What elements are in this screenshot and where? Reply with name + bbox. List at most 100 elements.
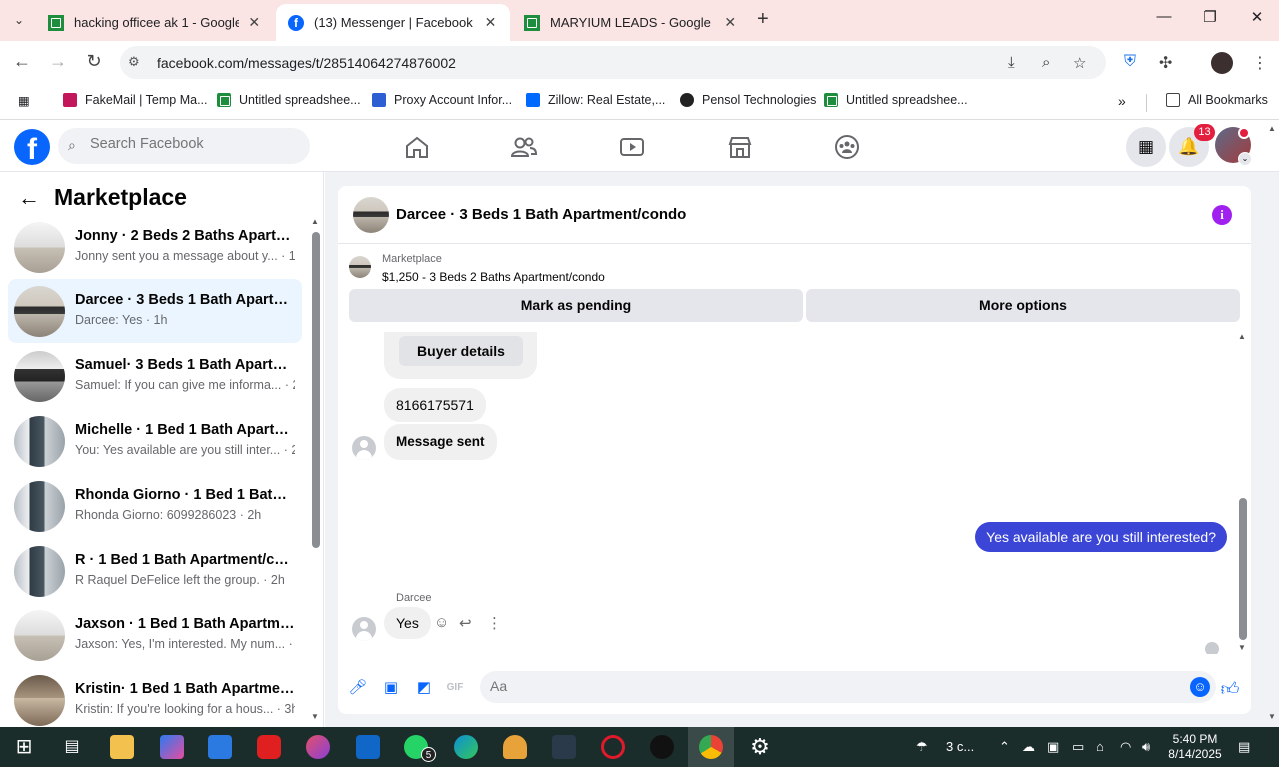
volume-icon[interactable]: 🔊︎ [1142,739,1150,755]
address-bar[interactable]: ⚙ facebook.com/messages/t/28514064274876… [120,46,1106,79]
listing-title[interactable]: $1,250 - 3 Beds 2 Baths Apartment/condo [382,270,605,284]
list-item[interactable]: R · 1 Bed 1 Bath Apartment/condo R Raque… [8,539,302,603]
tiktok-icon[interactable] [650,735,674,759]
scroll-down-arrow-icon[interactable]: ▼ [1238,643,1246,652]
opera-icon[interactable] [601,735,625,759]
video-icon[interactable] [612,131,652,163]
react-smiley-icon[interactable]: ☺ [434,614,449,631]
bookmark-pensol[interactable]: Pensol Technologies [680,93,816,107]
tab-hacking-officee[interactable]: hacking officee ak 1 - Google S ✕ [36,4,274,41]
reply-arrow-icon[interactable]: ↩ [459,614,472,632]
scroll-up-arrow-icon[interactable]: ▲ [1238,332,1246,341]
weather-icon[interactable]: ☂ [916,739,928,755]
close-icon[interactable]: ✕ [723,14,738,31]
scrollbar-thumb[interactable] [312,232,320,548]
mark-as-pending-button[interactable]: Mark as pending [349,289,803,322]
cloud-icon[interactable]: ☁ [1022,739,1035,755]
scroll-up-arrow-icon[interactable]: ▲ [311,217,319,226]
minimize-icon[interactable]: — [1149,8,1179,25]
windows-start-icon[interactable]: ⊞ [12,735,36,759]
close-icon[interactable]: ✕ [247,14,262,31]
bookmark-star-icon[interactable]: ☆ [1073,54,1086,72]
list-item[interactable]: Jonny · 2 Beds 2 Baths Apartme... Jonny … [8,215,302,279]
close-icon[interactable]: ✕ [483,14,498,31]
notification-center-icon[interactable]: ▤ [1238,739,1250,755]
new-tab-plus-icon[interactable]: + [757,8,769,31]
list-item[interactable]: Rhonda Giorno · 1 Bed 1 Bath A... Rhonda… [8,474,302,538]
outlook-icon[interactable] [356,735,380,759]
account-chevron-icon[interactable]: ⌄ [1238,152,1252,166]
window-close-icon[interactable]: ✕ [1242,8,1272,26]
install-app-icon[interactable]: ⤓ [1008,54,1015,71]
profile-avatar[interactable] [1211,52,1233,74]
system-clock[interactable]: 5:40 PM 8/14/2025 [1160,732,1230,762]
task-view-icon[interactable]: ▤ [60,735,84,759]
forward-arrow-icon[interactable]: → [46,51,70,72]
marketplace-icon[interactable] [720,131,760,163]
copilot-icon[interactable] [160,735,184,759]
medal-icon[interactable] [503,735,527,759]
more-options-button[interactable]: More options [806,289,1240,322]
bookmark-fakemail[interactable]: FakeMail | Temp Ma... [63,93,208,107]
extensions-puzzle-icon[interactable]: ✣ [1159,53,1172,73]
facebook-logo-icon[interactable]: f [14,129,50,165]
restore-icon[interactable]: ❐ [1195,8,1225,26]
chevron-up-icon[interactable]: ⌃ [999,739,1010,755]
scroll-down-arrow-icon[interactable]: ▼ [311,712,319,721]
friends-icon[interactable] [504,131,544,163]
store-icon[interactable] [208,735,232,759]
home-icon[interactable] [397,131,437,163]
emoji-icon[interactable]: ☺ [1190,677,1210,697]
message-input[interactable] [490,678,1170,694]
menu-grid-icon[interactable]: ▦ [1126,127,1166,167]
list-item[interactable]: Darcee · 3 Beds 1 Bath Apartme... Darcee… [8,279,302,343]
more-dots-icon[interactable]: ⋮ [487,614,502,632]
list-item[interactable]: Samuel· 3 Beds 1 Bath Apartme... Samuel:… [8,344,302,408]
tab-search-chevron-icon[interactable]: ⌄ [6,8,32,32]
tab-messenger[interactable]: f (13) Messenger | Facebook ✕ [276,4,510,41]
youtube-icon[interactable] [257,735,281,759]
page-scroll-down-icon[interactable]: ▼ [1268,712,1276,721]
bookmark-zillow[interactable]: Zillow: Real Estate,... [526,93,665,107]
sticker-icon[interactable]: ◩ [414,678,434,698]
message-input-field[interactable]: ☺ [480,671,1216,703]
apps-grid-icon[interactable]: ▦ [18,93,30,108]
zoom-icon[interactable]: ⌕ [1042,54,1050,71]
bookmark-untitled-1[interactable]: Untitled spreadshee... [217,93,361,107]
app-icon[interactable] [552,735,576,759]
thumbs-up-icon[interactable]: 👍︎ [1220,678,1240,699]
weather-text[interactable]: 3 c... [946,739,974,754]
file-explorer-icon[interactable] [110,735,134,759]
settings-gear-icon[interactable]: ⚙ [748,735,772,759]
bookmark-proxy[interactable]: Proxy Account Infor... [372,93,512,107]
page-scroll-up-icon[interactable]: ▲ [1268,124,1276,133]
gif-icon[interactable]: GIF [445,678,465,698]
search-input[interactable] [90,136,290,152]
battery-icon[interactable]: ▭ [1072,739,1084,755]
reload-icon[interactable]: ↻ [82,51,106,72]
more-bookmarks-chevron-icon[interactable]: » [1118,93,1126,109]
info-icon[interactable]: i [1212,205,1232,225]
all-bookmarks[interactable]: All Bookmarks [1166,93,1268,107]
wifi-icon[interactable]: ◠ [1120,739,1131,755]
photo-icon[interactable]: ▣ [381,678,401,698]
scrollbar-thumb[interactable] [1239,498,1247,640]
list-item[interactable]: Michelle · 1 Bed 1 Bath Apartme... You: … [8,409,302,473]
network-icon[interactable]: ⌂ [1096,739,1104,754]
chat-avatar[interactable] [353,197,389,233]
chrome-icon[interactable] [699,735,723,759]
list-item[interactable]: Jaxson · 1 Bed 1 Bath Apartment... Jaxso… [8,603,302,667]
display-icon[interactable]: ▣ [1047,739,1059,755]
chat-title[interactable]: Darcee · 3 Beds 1 Bath Apartment/condo [396,206,686,223]
buyer-details-button[interactable]: Buyer details [399,336,523,366]
microphone-icon[interactable]: 🎤︎ [348,678,368,698]
tab-maryium-leads[interactable]: MARYIUM LEADS - Google Shee ✕ [512,4,750,41]
shield-extension-icon[interactable]: ⛨ [1124,53,1136,71]
app-icon[interactable] [306,735,330,759]
site-info-icon[interactable]: ⚙ [128,54,140,70]
bookmark-untitled-2[interactable]: Untitled spreadshee... [824,93,968,107]
list-item[interactable]: Kristin· 1 Bed 1 Bath Apartment/... Kris… [8,668,302,732]
edge-icon[interactable] [454,735,478,759]
facebook-search[interactable]: ⌕ [58,128,310,164]
url-text[interactable]: facebook.com/messages/t/2851406427487600… [157,55,456,71]
